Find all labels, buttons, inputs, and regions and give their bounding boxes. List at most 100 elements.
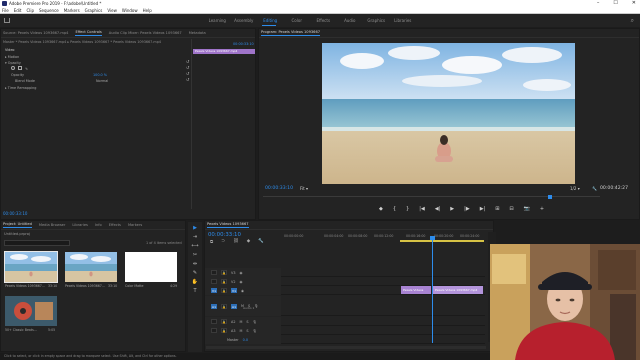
tab-markers[interactable]: Markers bbox=[128, 223, 142, 227]
go-to-out-button[interactable]: ▶| bbox=[480, 206, 486, 212]
timeline-timecode[interactable]: 00:00:33:10 bbox=[208, 232, 241, 238]
track-lock-icon[interactable]: 🔒 bbox=[221, 328, 227, 333]
hand-tool-icon[interactable]: ✋ bbox=[188, 278, 202, 287]
step-forward-button[interactable]: |▶ bbox=[464, 206, 470, 212]
project-item-thumbnail[interactable] bbox=[65, 252, 117, 282]
play-button[interactable]: ▶ bbox=[450, 206, 454, 212]
track-label[interactable]: V1 bbox=[231, 288, 237, 293]
menu-clip[interactable]: Clip bbox=[26, 8, 34, 13]
timeline-ruler[interactable]: 00:00:00:00 00:00:04:00 00:00:08:00 00:0… bbox=[276, 232, 486, 240]
pen-mask-icon[interactable]: ✎ bbox=[25, 67, 28, 71]
tab-sequence[interactable]: Pexels Videos 1093667 bbox=[207, 222, 249, 228]
rectangle-mask-icon[interactable] bbox=[18, 66, 23, 70]
tab-program[interactable]: Program: Pexels Videos 1093667 bbox=[261, 30, 320, 36]
menu-file[interactable]: File bbox=[2, 8, 9, 13]
tab-metadata[interactable]: Metadata bbox=[189, 31, 206, 35]
nest-toggle-icon[interactable]: ⧉ bbox=[210, 239, 213, 245]
eye-icon[interactable]: ◉ bbox=[239, 280, 242, 284]
voiceover-mic-icon[interactable]: 🎙 bbox=[253, 320, 257, 324]
timeline-settings-icon[interactable]: 🔧 bbox=[258, 239, 264, 245]
menu-help[interactable]: Help bbox=[143, 8, 152, 13]
timeline-clip[interactable]: Pexels Videos bbox=[401, 286, 431, 294]
slip-tool-icon[interactable]: ⇹ bbox=[188, 260, 202, 269]
tab-libraries[interactable]: Libraries bbox=[72, 223, 88, 227]
linked-selection-icon[interactable]: ⛓ bbox=[233, 239, 239, 245]
zoom-fit-dropdown[interactable]: Fit ▾ bbox=[300, 186, 308, 191]
minimize-button[interactable]: – bbox=[597, 0, 600, 7]
mark-out-button[interactable]: } bbox=[406, 206, 409, 212]
project-item-thumbnail[interactable] bbox=[125, 252, 177, 282]
program-playhead[interactable] bbox=[548, 195, 552, 199]
step-back-button[interactable]: ◀| bbox=[435, 206, 441, 212]
tab-info[interactable]: Info bbox=[95, 223, 102, 227]
work-area-bar[interactable] bbox=[400, 240, 484, 242]
ellipse-mask-icon[interactable] bbox=[11, 66, 15, 70]
timeline-playhead-handle[interactable] bbox=[430, 236, 435, 240]
source-patch[interactable]: V1 bbox=[211, 288, 217, 293]
close-button[interactable]: ✕ bbox=[632, 0, 636, 7]
track-label[interactable]: A1 bbox=[231, 303, 237, 309]
track-lock-icon[interactable]: 🔒 bbox=[221, 288, 227, 293]
razor-tool-icon[interactable]: ✂ bbox=[188, 251, 202, 260]
menu-sequence[interactable]: Sequence bbox=[39, 8, 59, 13]
workspace-tab-graphics[interactable]: Graphics bbox=[363, 14, 390, 27]
tab-effects[interactable]: Effects bbox=[109, 223, 121, 227]
type-tool-icon[interactable]: T bbox=[188, 287, 202, 296]
track-lock-icon[interactable]: 🔒 bbox=[221, 279, 227, 284]
extract-button[interactable]: ⊟ bbox=[509, 206, 513, 212]
track-lock-icon[interactable]: 🔒 bbox=[221, 270, 227, 275]
source-patch[interactable] bbox=[211, 328, 217, 333]
project-search-input[interactable] bbox=[4, 240, 70, 246]
program-current-timecode[interactable]: 00:00:33:10 bbox=[265, 186, 293, 191]
menu-markers[interactable]: Markers bbox=[64, 8, 80, 13]
pen-tool-icon[interactable]: ✎ bbox=[188, 269, 202, 278]
tab-media-browser[interactable]: Media Browser bbox=[39, 223, 66, 227]
track-lock-icon[interactable]: 🔒 bbox=[221, 319, 227, 324]
lift-button[interactable]: ⊞ bbox=[495, 206, 499, 212]
workspace-tab-effects[interactable]: Effects bbox=[310, 14, 337, 27]
master-volume-value[interactable]: 0.0 bbox=[243, 338, 248, 342]
tab-project[interactable]: Project: Untitled bbox=[3, 222, 32, 228]
track-select-tool-icon[interactable]: ⇥ bbox=[188, 233, 202, 242]
maximize-button[interactable]: ☐ bbox=[613, 0, 617, 7]
track-lock-icon[interactable]: 🔒 bbox=[221, 303, 227, 309]
tab-source[interactable]: Source: Pexels Videos 1093667.mp4 bbox=[3, 31, 68, 35]
source-patch[interactable]: A1 bbox=[211, 303, 217, 309]
project-item-thumbnail[interactable] bbox=[4, 251, 58, 283]
menu-view[interactable]: View bbox=[107, 8, 117, 13]
project-item-thumbnail[interactable] bbox=[5, 296, 57, 326]
timeline-clip[interactable]: Pexels Videos 1093667.mp4 bbox=[433, 286, 483, 294]
wrench-icon[interactable]: 🔧 bbox=[592, 186, 597, 191]
effect-controls-source-path[interactable]: Master * Pexels Videos 1093667.mp4 ▸ Pex… bbox=[3, 40, 189, 46]
mark-in-button[interactable]: { bbox=[393, 206, 396, 212]
source-patch[interactable] bbox=[211, 279, 217, 284]
voiceover-mic-icon[interactable]: 🎙 bbox=[254, 304, 258, 308]
keyframe-reset-icons[interactable]: ↺ ↺ ↺ ↺ bbox=[186, 59, 189, 83]
effect-controls-clip[interactable]: Pexels Videos 1093667.mp4 bbox=[193, 49, 255, 54]
button-editor-button[interactable]: + bbox=[540, 206, 544, 212]
source-patch[interactable] bbox=[211, 270, 217, 275]
eye-icon[interactable]: ◉ bbox=[239, 271, 242, 275]
workspace-tab-color[interactable]: Color bbox=[284, 14, 311, 27]
add-marker-button[interactable]: ◆ bbox=[379, 206, 383, 212]
effect-time-remapping[interactable]: ▸ Time Remapping bbox=[1, 85, 191, 91]
mute-button[interactable]: M bbox=[239, 329, 242, 333]
snap-icon[interactable]: ⊃ bbox=[221, 239, 225, 245]
solo-button[interactable]: S bbox=[246, 329, 248, 333]
eye-icon[interactable]: ◉ bbox=[241, 289, 244, 293]
tab-audio-clip-mixer[interactable]: Audio Clip Mixer: Pexels Videos 1093667 bbox=[109, 31, 182, 35]
blend-mode-dropdown[interactable]: Normal bbox=[96, 78, 108, 84]
search-icon[interactable]: ⌕ bbox=[631, 17, 634, 25]
workspace-tab-libraries[interactable]: Libraries bbox=[390, 14, 417, 27]
workspace-tab-assembly[interactable]: Assembly bbox=[231, 14, 258, 27]
go-to-in-button[interactable]: |◀ bbox=[419, 206, 425, 212]
export-frame-button[interactable]: 📷 bbox=[524, 206, 530, 212]
workspace-tab-learning[interactable]: Learning bbox=[204, 14, 231, 27]
tab-effect-controls[interactable]: Effect Controls bbox=[75, 30, 101, 36]
workspace-tab-audio[interactable]: Audio bbox=[337, 14, 364, 27]
effect-controls-timecode[interactable]: 00:00:33:10 bbox=[3, 211, 27, 216]
source-patch[interactable] bbox=[211, 319, 217, 324]
menu-window[interactable]: Window bbox=[122, 8, 138, 13]
ripple-edit-tool-icon[interactable]: ⟷ bbox=[188, 242, 202, 251]
timeline-scrollbar[interactable] bbox=[206, 346, 486, 349]
